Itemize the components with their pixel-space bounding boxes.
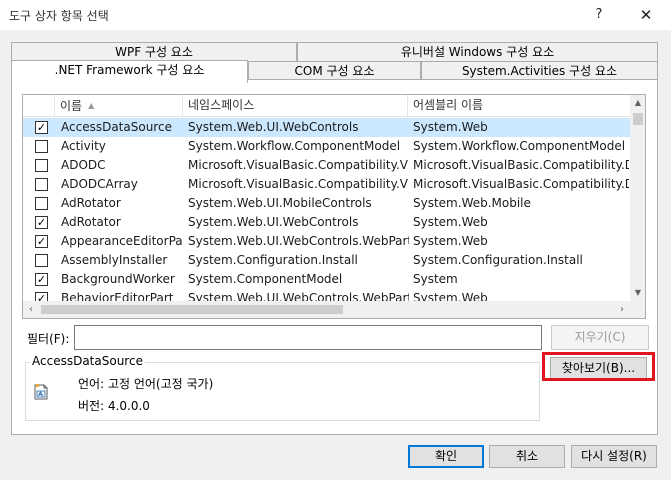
- checkbox-unchecked[interactable]: [35, 159, 48, 172]
- version-info: 버전: 4.0.0.0: [78, 399, 150, 413]
- tab-wpf-components[interactable]: WPF 구성 요소: [11, 42, 297, 62]
- component-name: AppearanceEditorPart: [61, 234, 183, 248]
- clear-button[interactable]: 지우기(C): [551, 325, 649, 350]
- header-namespace[interactable]: 네임스페이스: [183, 95, 408, 117]
- list-row[interactable]: ✓ AccessDataSource System.Web.UI.WebContro…: [23, 118, 630, 137]
- component-name: Activity: [61, 139, 106, 153]
- list-row[interactable]: Activity System.Workflow.ComponentModel Sy…: [23, 137, 630, 156]
- component-assembly: System.Web: [413, 234, 488, 248]
- tab-uwp-components[interactable]: 유니버설 Windows 구성 요소: [297, 42, 658, 62]
- checkbox-checked[interactable]: ✓: [35, 292, 48, 301]
- list-row[interactable]: ✓ BehaviorEditorPart System.Web.UI.WebCont…: [23, 289, 630, 301]
- component-namespace: System.ComponentModel: [188, 272, 343, 286]
- list-rows: ✓ AccessDataSource System.Web.UI.WebContro…: [23, 118, 630, 301]
- vertical-scrollbar[interactable]: ▲ ▼: [630, 95, 645, 301]
- list-header: 이름 ▲ 네임스페이스 어셈블리 이름: [23, 95, 630, 117]
- list-row[interactable]: AssemblyInstaller System.Configuration.In…: [23, 251, 630, 270]
- checkbox-unchecked[interactable]: [35, 197, 48, 210]
- title-bar: 도구 상자 항목 선택 ? ✕: [0, 0, 671, 30]
- list-row[interactable]: ADODC Microsoft.VisualBasic.Compatibility…: [23, 156, 630, 175]
- component-name: BackgroundWorker: [61, 272, 175, 286]
- component-namespace: Microsoft.VisualBasic.Compatibility.VB6: [188, 177, 409, 191]
- component-namespace: System.Configuration.Install: [188, 253, 358, 267]
- component-name: ADODC: [61, 158, 106, 172]
- component-assembly: System.Web: [413, 215, 488, 229]
- component-name: AdRotator: [61, 196, 121, 210]
- component-assembly: Microsoft.VisualBasic.Compatibility.Data: [413, 158, 629, 172]
- header-assembly-name[interactable]: 어셈블리 이름: [408, 95, 630, 117]
- scroll-left-icon[interactable]: ‹: [23, 301, 39, 318]
- checkbox-checked[interactable]: ✓: [35, 216, 48, 229]
- cancel-button[interactable]: 취소: [489, 445, 565, 468]
- component-assembly: System.Workflow.ComponentModel: [413, 139, 626, 153]
- checkbox-checked[interactable]: ✓: [35, 273, 48, 286]
- scroll-right-icon[interactable]: ›: [614, 301, 630, 318]
- list-row[interactable]: AdRotator System.Web.UI.MobileControls Sys…: [23, 194, 630, 213]
- tab-com-components[interactable]: COM 구성 요소: [248, 61, 421, 81]
- window-title: 도구 상자 항목 선택: [9, 9, 109, 23]
- help-button[interactable]: ?: [586, 3, 612, 27]
- component-assembly: System.Web.Mobile: [413, 196, 531, 210]
- scroll-up-icon[interactable]: ▲: [630, 95, 645, 111]
- language-info: 언어: 고정 언어(고정 국가): [78, 377, 214, 391]
- reset-button[interactable]: 다시 설정(R): [571, 445, 657, 468]
- component-namespace: System.Web.UI.MobileControls: [188, 196, 372, 210]
- component-name: AssemblyInstaller: [61, 253, 168, 267]
- checkbox-unchecked[interactable]: [35, 178, 48, 191]
- component-namespace: System.Web.UI.WebControls: [188, 120, 359, 134]
- component-name: AdRotator: [61, 215, 121, 229]
- vertical-scroll-thumb[interactable]: [633, 113, 643, 125]
- component-name: AccessDataSource: [61, 120, 172, 134]
- scroll-down-icon[interactable]: ▼: [630, 285, 645, 301]
- header-checkbox-column[interactable]: [23, 95, 55, 117]
- component-assembly: Microsoft.VisualBasic.Compatibility.Data: [413, 177, 629, 191]
- component-assembly: System.Web: [413, 120, 488, 134]
- list-row[interactable]: ADODCArray Microsoft.VisualBasic.Compatib…: [23, 175, 630, 194]
- horizontal-scrollbar[interactable]: ‹ ›: [23, 301, 630, 318]
- component-namespace: System.Workflow.ComponentModel: [188, 139, 401, 153]
- filter-input[interactable]: [74, 325, 542, 350]
- component-namespace: System.Web.UI.WebControls.WebParts: [188, 234, 409, 248]
- component-name: ADODCArray: [61, 177, 138, 191]
- component-assembly: System.Web: [413, 291, 488, 301]
- checkbox-checked[interactable]: ✓: [35, 121, 48, 134]
- ok-button[interactable]: 확인: [408, 445, 484, 468]
- component-assembly: System.Configuration.Install: [413, 253, 583, 267]
- checkbox-unchecked[interactable]: [35, 140, 48, 153]
- list-row[interactable]: ✓ AppearanceEditorPart System.Web.UI.WebCo…: [23, 232, 630, 251]
- close-button[interactable]: ✕: [628, 3, 664, 27]
- component-namespace: System.Web.UI.WebControls.WebParts: [188, 291, 409, 301]
- component-namespace: System.Web.UI.WebControls: [188, 215, 359, 229]
- component-assembly: System: [413, 272, 458, 286]
- horizontal-scroll-thumb[interactable]: [41, 305, 343, 314]
- filter-label: 필터(F):: [27, 332, 70, 346]
- selected-component-name: AccessDataSource: [30, 354, 145, 368]
- components-list[interactable]: 이름 ▲ 네임스페이스 어셈블리 이름 ✓ AccessDataSource Syst…: [22, 94, 646, 319]
- sort-ascending-icon: ▲: [88, 101, 95, 110]
- component-icon: [34, 384, 48, 400]
- list-row[interactable]: ✓ BackgroundWorker System.ComponentModel Sy…: [23, 270, 630, 289]
- checkbox-checked[interactable]: ✓: [35, 235, 48, 248]
- scrollbar-corner: [630, 301, 645, 318]
- component-name: BehaviorEditorPart: [61, 291, 174, 301]
- tab-system-activities-components[interactable]: System.Activities 구성 요소: [421, 61, 658, 81]
- header-name[interactable]: 이름 ▲: [55, 95, 183, 117]
- list-row[interactable]: ✓ AdRotator System.Web.UI.WebControls Syste…: [23, 213, 630, 232]
- component-namespace: Microsoft.VisualBasic.Compatibility.VB6: [188, 158, 409, 172]
- highlight-box: [542, 352, 655, 381]
- tab-netframework-components[interactable]: .NET Framework 구성 요소: [11, 60, 248, 83]
- checkbox-unchecked[interactable]: [35, 254, 48, 267]
